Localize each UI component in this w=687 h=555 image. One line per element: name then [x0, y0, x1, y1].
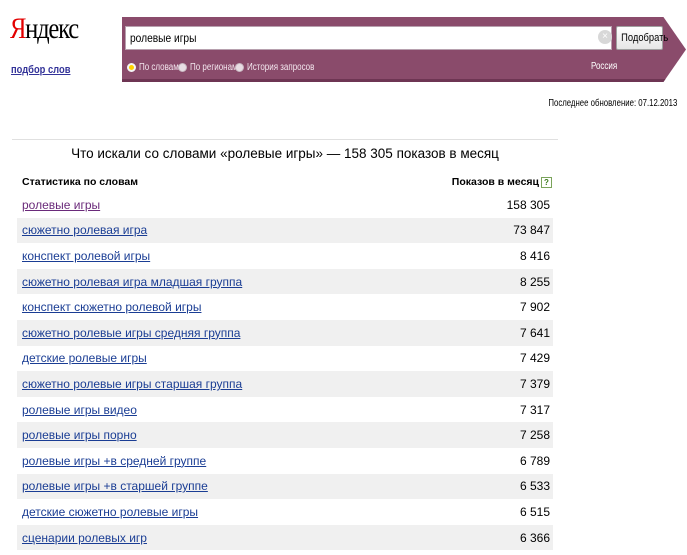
divider	[12, 139, 558, 140]
mode-history[interactable]: История запросов	[235, 62, 331, 73]
table-row: детские ролевые игры 7 429	[17, 346, 553, 372]
logo-rest: ндекс	[25, 12, 79, 45]
last-updated-text: Последнее обновление: 07.12.2013	[548, 98, 677, 109]
results-table: ролевые игры 158 305 сюжетно ролевая игра 7…	[17, 192, 553, 551]
phrase-link[interactable]: сюжетно ролевые игры средняя группа	[22, 326, 240, 340]
phrase-link[interactable]: сюжетно ролевая игра младшая группа	[22, 275, 242, 289]
phrase-link[interactable]: детские сюжетно ролевые игры	[22, 505, 198, 519]
table-header: Статистика по словам Показов в месяц ?	[22, 176, 552, 190]
impressions-count: 7 641	[519, 325, 550, 340]
table-row: ролевые игры видео 7 317	[17, 397, 553, 423]
search-input[interactable]: ролевые игры	[125, 26, 612, 50]
radio-icon[interactable]	[235, 63, 244, 72]
impressions-count: 8 255	[519, 274, 550, 289]
results-title: Что искали со словами «ролевые игры» — 1…	[71, 146, 499, 161]
search-query-text: ролевые игры	[130, 31, 197, 45]
table-row: сюжетно ролевые игры старшая группа 7 379	[17, 371, 553, 397]
impressions-count: 6 515	[519, 504, 550, 519]
impressions-count: 7 902	[519, 300, 550, 315]
impressions-count: 7 379	[519, 376, 550, 391]
results-header: Что искали со словами «ролевые игры» — 1…	[12, 139, 558, 168]
impressions-count: 7 258	[519, 428, 550, 443]
impressions-count: 6 533	[519, 479, 550, 494]
search-button[interactable]: Подобрать	[616, 26, 668, 50]
phrase-link[interactable]: сюжетно ролевая игра	[22, 223, 147, 237]
logo-first-letter: Я	[10, 12, 26, 45]
impressions-count: 6 366	[519, 530, 550, 545]
impressions-count: 7 429	[519, 351, 550, 366]
phrase-link[interactable]: ролевые игры порно	[22, 428, 137, 442]
phrase-link[interactable]: конспект ролевой игры	[22, 249, 150, 263]
region-label: Россия	[591, 61, 618, 72]
table-row: детские сюжетно ролевые игры 6 515	[17, 499, 553, 525]
mode-label: По словам	[139, 62, 179, 73]
phrase-link[interactable]: детские ролевые игры	[22, 351, 147, 365]
table-row: конспект ролевой игры 8 416	[17, 243, 553, 269]
radio-icon[interactable]	[178, 63, 187, 72]
column-count-header: Показов в месяц ?	[452, 176, 552, 188]
yandex-logo[interactable]: Яндекс	[10, 12, 79, 46]
table-row: сюжетно ролевая игра 73 847	[17, 217, 553, 244]
column-phrase-header: Статистика по словам	[22, 176, 138, 188]
impressions-count: 73 847	[513, 223, 550, 238]
phrase-link[interactable]: конспект сюжетно ролевой игры	[22, 300, 201, 314]
mode-label: История запросов	[247, 62, 315, 73]
phrase-link[interactable]: ролевые игры +в средней группе	[22, 454, 206, 468]
help-icon[interactable]: ?	[541, 176, 552, 188]
phrase-link[interactable]: ролевые игры	[22, 198, 100, 212]
table-row: ролевые игры +в средней группе 6 789	[17, 448, 553, 474]
phrase-link[interactable]: ролевые игры +в старшей группе	[22, 479, 208, 493]
table-row: сюжетно ролевая игра младшая группа 8 255	[17, 268, 553, 295]
table-row: ролевые игры порно 7 258	[17, 422, 553, 448]
phrase-link[interactable]: сюжетно ролевые игры старшая группа	[22, 377, 242, 391]
table-row: ролевые игры +в старшей группе 6 533	[17, 473, 553, 500]
table-row: сценарии ролевых игр 6 366	[17, 524, 553, 551]
phrase-link[interactable]: сценарии ролевых игр	[22, 531, 147, 545]
phrase-link[interactable]: ролевые игры видео	[22, 403, 137, 417]
close-icon[interactable]: ×	[598, 30, 612, 44]
impressions-count: 6 789	[519, 453, 550, 468]
search-button-label: Подобрать	[621, 32, 669, 44]
radio-selected-icon[interactable]	[127, 63, 136, 72]
table-row: сюжетно ролевые игры средняя группа 7 641	[17, 319, 553, 346]
impressions-count: 8 416	[519, 248, 550, 263]
table-row: ролевые игры 158 305	[17, 192, 553, 218]
region-link[interactable]: Россия	[591, 61, 624, 72]
mode-label: По регионам	[190, 62, 238, 73]
impressions-count: 158 305	[506, 197, 550, 212]
last-updated: Последнее обновление: 07.12.2013	[512, 98, 677, 109]
column-count-label: Показов в месяц	[451, 176, 539, 188]
service-link[interactable]: подбор слов	[11, 64, 70, 76]
table-row: конспект сюжетно ролевой игры 7 902	[17, 294, 553, 320]
impressions-count: 7 317	[519, 402, 550, 417]
